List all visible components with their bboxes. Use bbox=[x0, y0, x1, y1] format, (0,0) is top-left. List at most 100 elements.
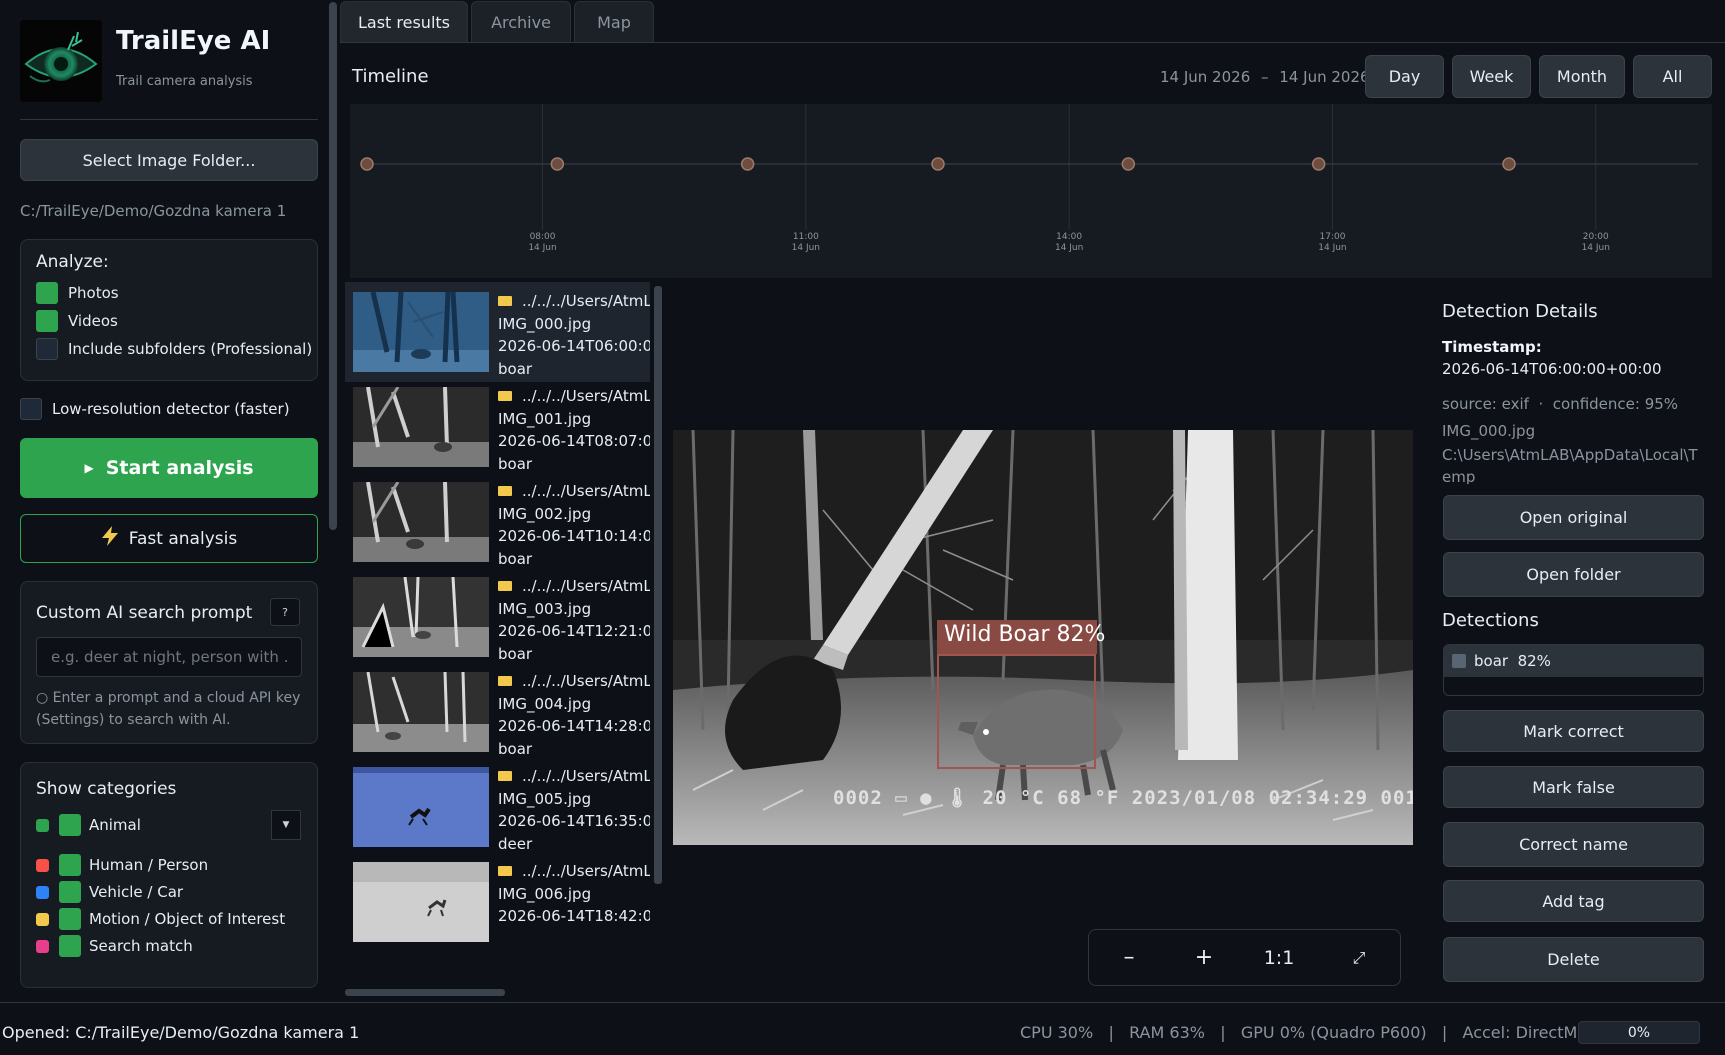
category-animal[interactable]: Animal bbox=[36, 814, 141, 836]
category-vehicle[interactable]: Vehicle / Car bbox=[36, 881, 183, 903]
low-res-detector-checkbox[interactable]: Low-resolution detector (faster) bbox=[20, 398, 290, 420]
result-thumbnail bbox=[353, 387, 489, 467]
detections-list[interactable]: boar 82% bbox=[1443, 644, 1704, 696]
sidebar-scrollbar[interactable] bbox=[329, 2, 337, 530]
fit-screen-icon[interactable]: ⤢ bbox=[1319, 930, 1399, 985]
result-text: ../../../Users/AtmLAB IMG_000.jpg 2026-0… bbox=[498, 290, 650, 380]
timeline-chart[interactable]: 08:00 14 Jun 11:00 14 Jun 14:00 14 Jun 17:00 14… bbox=[350, 104, 1712, 278]
select-folder-button[interactable]: Select Image Folder... bbox=[20, 139, 318, 181]
timeline-event-marker[interactable] bbox=[1121, 157, 1136, 171]
timeline-event-marker[interactable] bbox=[1502, 157, 1516, 171]
mark-false-button[interactable]: Mark false bbox=[1443, 766, 1704, 808]
category-search-match[interactable]: Search match bbox=[36, 935, 193, 957]
zoom-out-button[interactable]: – bbox=[1089, 930, 1169, 985]
folder-icon bbox=[498, 580, 512, 591]
zoom-controls: – + 1:1 ⤢ bbox=[1088, 929, 1401, 986]
range-week-button[interactable]: Week bbox=[1452, 55, 1531, 98]
checkbox-label: Photos bbox=[68, 284, 119, 302]
result-item[interactable]: ../../../Users/AtmLAB IMG_006.jpg 2026-0… bbox=[345, 852, 650, 952]
category-label: Search match bbox=[89, 937, 193, 955]
delete-button[interactable]: Delete bbox=[1443, 937, 1704, 982]
fast-analysis-button[interactable]: Fast analysis bbox=[20, 514, 318, 563]
result-text: ../../../Users/AtmLAB IMG_005.jpg 2026-0… bbox=[498, 765, 650, 855]
category-motion[interactable]: Motion / Object of Interest bbox=[36, 908, 285, 930]
result-timestamp: 2026-06-14T10:14:00 bbox=[498, 527, 650, 545]
results-vertical-scrollbar[interactable] bbox=[654, 286, 662, 884]
checkbox-unchecked[interactable] bbox=[20, 398, 42, 420]
mark-correct-button[interactable]: Mark correct bbox=[1443, 710, 1704, 752]
analyze-videos-checkbox[interactable]: Videos bbox=[36, 310, 118, 332]
help-button[interactable]: ? bbox=[270, 598, 300, 626]
category-human[interactable]: Human / Person bbox=[36, 854, 208, 876]
checkbox-checked[interactable] bbox=[59, 908, 81, 930]
result-item[interactable]: ../../../Users/AtmLAB IMG_002.jpg 2026-0… bbox=[345, 472, 650, 572]
timeline-event-marker[interactable] bbox=[1311, 157, 1326, 171]
results-horizontal-scrollbar[interactable] bbox=[345, 989, 505, 996]
show-categories-card: Show categories ▼ Animal Human / Person … bbox=[20, 762, 318, 988]
open-folder-button[interactable]: Open folder bbox=[1443, 552, 1704, 597]
timeline-event-marker[interactable] bbox=[931, 157, 945, 171]
start-analysis-button[interactable]: ▶ Start analysis bbox=[20, 438, 318, 498]
checkbox-checked[interactable] bbox=[59, 814, 81, 836]
timeline-title: Timeline bbox=[352, 66, 429, 87]
result-thumbnail bbox=[353, 482, 489, 562]
result-folder-path: ../../../Users/AtmLAB bbox=[522, 292, 650, 310]
result-timestamp: 2026-06-14T08:07:00 bbox=[498, 432, 650, 450]
checkbox-checked[interactable] bbox=[59, 935, 81, 957]
checkbox-unchecked[interactable] bbox=[36, 338, 58, 360]
result-item[interactable]: ../../../Users/AtmLAB IMG_000.jpg 2026-0… bbox=[345, 282, 650, 382]
folder-icon bbox=[498, 390, 512, 401]
result-item[interactable]: ../../../Users/AtmLAB IMG_005.jpg 2026-0… bbox=[345, 757, 650, 857]
result-folder-path: ../../../Users/AtmLAB bbox=[522, 577, 650, 595]
timeline-event-marker[interactable] bbox=[550, 157, 565, 171]
result-text: ../../../Users/AtmLAB IMG_003.jpg 2026-0… bbox=[498, 575, 650, 665]
range-day-button[interactable]: Day bbox=[1365, 55, 1444, 98]
tab-map[interactable]: Map bbox=[574, 1, 654, 43]
zoom-in-button[interactable]: + bbox=[1169, 930, 1239, 985]
add-tag-button[interactable]: Add tag bbox=[1443, 880, 1704, 922]
timeline-svg: 08:0014 Jun11:0014 Jun14:0014 Jun17:0014… bbox=[360, 104, 1698, 253]
camera-overlay-text: 0002 ▭ ● 🌡 20 °C 68 °F 2023/01/08 02:34:… bbox=[833, 787, 1413, 809]
zoom-reset-button[interactable]: 1:1 bbox=[1239, 930, 1319, 985]
chevron-down-icon[interactable]: ▼ bbox=[271, 810, 301, 840]
detail-filepath: C:\Users\AtmLAB\AppData\Local\Temp bbox=[1442, 446, 1698, 484]
folder-icon bbox=[498, 865, 512, 876]
result-filename: IMG_001.jpg bbox=[498, 409, 592, 428]
detection-label: boar 82% bbox=[1474, 652, 1551, 670]
checkbox-checked[interactable] bbox=[36, 310, 58, 332]
tab-last-results[interactable]: Last results bbox=[340, 1, 468, 43]
results-list[interactable]: ../../../Users/AtmLAB IMG_000.jpg 2026-0… bbox=[345, 282, 665, 994]
open-original-button[interactable]: Open original bbox=[1443, 495, 1704, 540]
result-filename: IMG_005.jpg bbox=[498, 789, 592, 808]
range-month-button[interactable]: Month bbox=[1539, 55, 1625, 98]
include-subfolders-checkbox[interactable]: Include subfolders (Professional) bbox=[36, 338, 312, 360]
checkbox-checked[interactable] bbox=[59, 881, 81, 903]
checkbox-checked[interactable] bbox=[36, 282, 58, 304]
result-folder: ../../../Users/AtmLAB bbox=[498, 480, 650, 503]
detection-item[interactable]: boar 82% bbox=[1444, 645, 1703, 677]
range-all-button[interactable]: All bbox=[1633, 55, 1712, 98]
result-item[interactable]: ../../../Users/AtmLAB IMG_001.jpg 2026-0… bbox=[345, 377, 650, 477]
tab-divider bbox=[340, 42, 1725, 43]
correct-name-button[interactable]: Correct name bbox=[1443, 822, 1704, 867]
checkbox-checked[interactable] bbox=[59, 854, 81, 876]
fast-analysis-label: Fast analysis bbox=[128, 528, 238, 549]
play-icon: ▶ bbox=[84, 461, 94, 475]
timeline-tick-time: 17:00 bbox=[1319, 232, 1345, 242]
status-resources: CPU 30% | RAM 63% | GPU 0% (Quadro P600)… bbox=[1020, 1023, 1638, 1042]
timestamp-label: Timestamp: bbox=[1442, 338, 1542, 356]
tab-archive[interactable]: Archive bbox=[471, 1, 571, 43]
timeline-tick-date: 14 Jun bbox=[792, 243, 820, 253]
eye-logo-icon bbox=[20, 20, 102, 102]
timeline-event-marker[interactable] bbox=[740, 157, 755, 171]
app-subtitle: Trail camera analysis bbox=[116, 74, 253, 89]
custom-prompt-input[interactable] bbox=[36, 637, 302, 677]
result-item[interactable]: ../../../Users/AtmLAB IMG_003.jpg 2026-0… bbox=[345, 567, 650, 667]
analyze-photos-checkbox[interactable]: Photos bbox=[36, 282, 119, 304]
timeline-event-marker[interactable] bbox=[360, 157, 374, 171]
date-to: 14 Jun 2026 bbox=[1279, 68, 1370, 86]
result-folder-path: ../../../Users/AtmLAB bbox=[522, 482, 650, 500]
timeline-tick-time: 14:00 bbox=[1056, 232, 1082, 242]
image-preview[interactable]: Wild Boar 82% 0002 ▭ ● 🌡 20 °C 68 °F 202… bbox=[673, 430, 1413, 845]
result-item[interactable]: ../../../Users/AtmLAB IMG_004.jpg 2026-0… bbox=[345, 662, 650, 762]
